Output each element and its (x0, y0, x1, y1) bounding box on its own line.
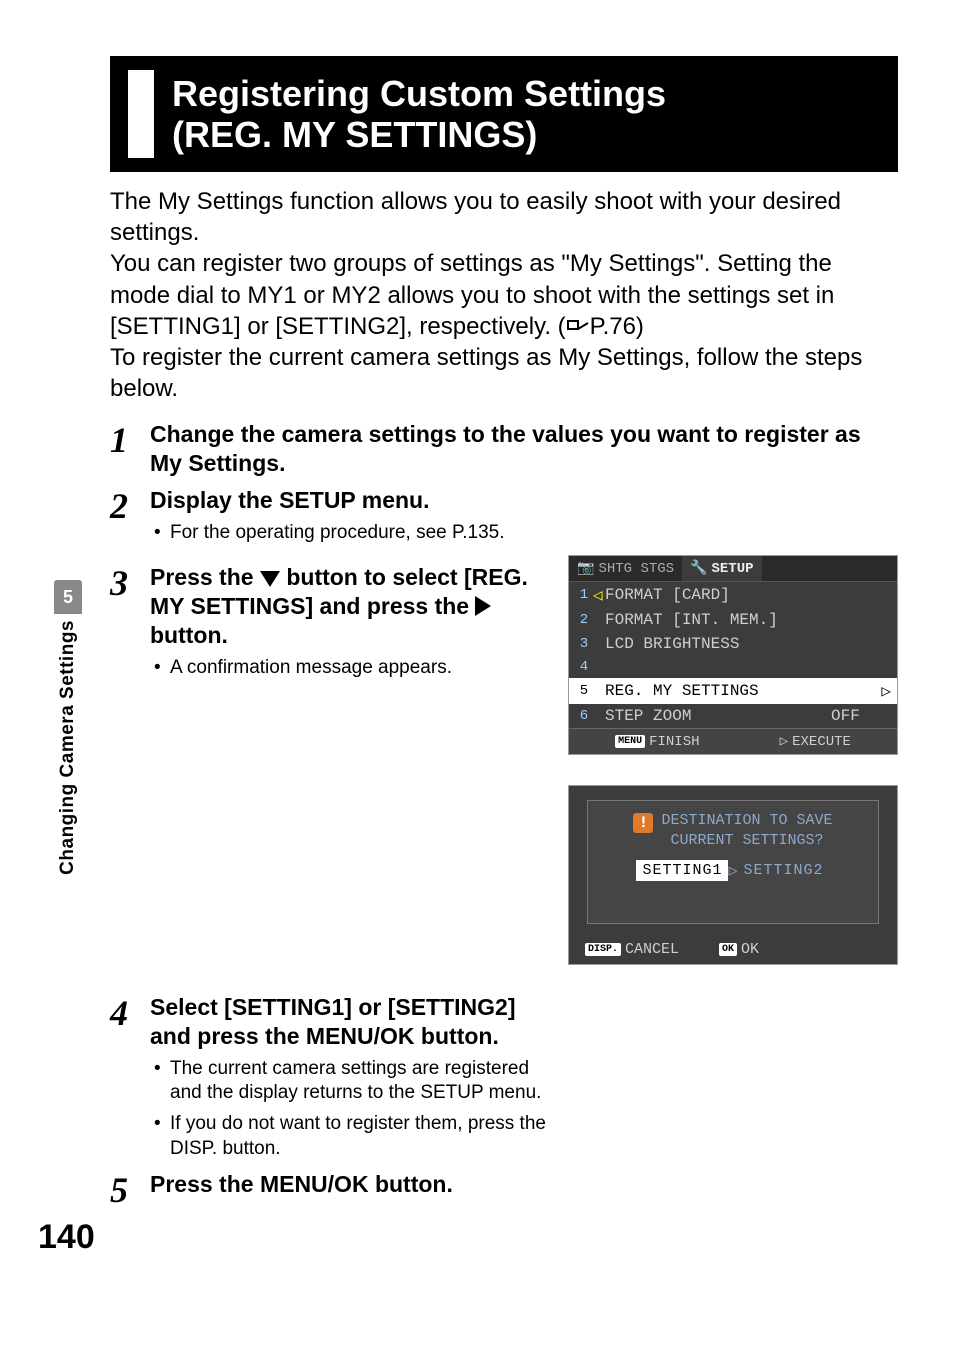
lcd-list-item: 6 STEP ZOOMOFF (569, 704, 897, 728)
chapter-number: 5 (54, 580, 82, 614)
chapter-title: Changing Camera Settings (57, 620, 79, 875)
lcd-finish: MENU FINISH (615, 733, 699, 750)
step-3: 3 Press the button to select [REG. MY SE… (110, 563, 548, 680)
step-number: 3 (110, 565, 150, 601)
lcd-item-num: 3 (575, 636, 593, 652)
lcd-item-num: 6 (575, 708, 593, 724)
option-sep: ▷ (728, 861, 737, 880)
lcd-item-label: LCD BRIGHTNESS (605, 635, 831, 653)
lcd-item-label: FORMAT [INT. MEM.] (605, 611, 831, 629)
step-sub: The current camera settings are register… (150, 1057, 548, 1106)
heading-line-1: Registering Custom Settings (172, 73, 666, 114)
lcd-tabs: 📷SHTG STGS 🔧 SETUP (569, 556, 897, 582)
disp-badge: DISP. (585, 943, 621, 956)
menu-badge: MENU (615, 735, 645, 748)
step-1: 1 Change the camera settings to the valu… (110, 420, 898, 478)
page-number: 140 (38, 1218, 95, 1257)
ok-label: OK (741, 941, 759, 958)
lcd-list-item: 3 LCD BRIGHTNESS (569, 632, 897, 656)
intro-p2: You can register two groups of settings … (110, 248, 898, 342)
lcd-tab-label: SETUP (712, 561, 754, 577)
lcd-item-label: STEP ZOOM (605, 707, 831, 725)
lcd-execute-label: EXECUTE (792, 734, 851, 750)
setup-menu-screenshot: 📷SHTG STGS 🔧 SETUP 1◁FORMAT [CARD] 2 FORMAT… (568, 555, 898, 755)
heading-text: Registering Custom Settings (REG. MY SET… (172, 73, 666, 156)
intro-p2b: P.76) (590, 313, 644, 340)
lcd-item-value: OFF (831, 707, 891, 725)
confirm-footer: DISP. CANCEL OK OK (569, 935, 897, 964)
step3-text-a: Press the (150, 564, 260, 590)
intro-p1: The My Settings function allows you to e… (110, 186, 898, 248)
heading-accent (128, 70, 154, 158)
lcd-list-item: 5 REG. MY SETTINGS ▷ (569, 678, 897, 704)
step-2: 2 Display the SETUP menu. For the operat… (110, 486, 898, 545)
confirm-line-1: DESTINATION TO SAVE (661, 812, 832, 829)
step-sub: If you do not want to register them, pre… (150, 1112, 548, 1161)
down-arrow-icon (260, 571, 280, 587)
heading-line-2: (REG. MY SETTINGS) (172, 114, 537, 155)
manual-page: 5 Changing Camera Settings 140 Registeri… (0, 0, 954, 1351)
lcd-tab-label: SHTG STGS (598, 561, 674, 577)
confirm-message: DESTINATION TO SAVE CURRENT SETTINGS? (661, 811, 832, 850)
intro-p3: To register the current camera settings … (110, 342, 898, 404)
step-4-row: 4 Select [SETTING1] or [SETTING2] and pr… (110, 985, 898, 1161)
lcd-list-item: 2 FORMAT [INT. MEM.] (569, 608, 897, 632)
lcd-tab-shtg: 📷SHTG STGS (569, 556, 682, 581)
lcd-item-arrow-icon: ▷ (881, 681, 891, 701)
step-sub: For the operating procedure, see P.135. (150, 521, 898, 546)
lcd-cursor-icon: ◁ (593, 585, 605, 605)
intro-text: The My Settings function allows you to e… (110, 186, 898, 404)
lcd-tab-setup: 🔧 SETUP (682, 556, 761, 581)
cancel-label: CANCEL (625, 941, 679, 958)
camera-icon: 📷 (577, 560, 594, 577)
wrench-icon: 🔧 (690, 560, 707, 577)
ok-badge: OK (719, 943, 737, 956)
warning-icon: ! (633, 813, 653, 833)
lcd-footer: MENU FINISH ▷EXECUTE (569, 728, 897, 754)
steps-list: 1 Change the camera settings to the valu… (110, 420, 898, 1207)
lcd-item-num: 5 (575, 683, 593, 699)
step3-text-c: button. (150, 622, 228, 648)
right-arrow-icon (475, 596, 491, 616)
lcd-list-item: 4 (569, 656, 897, 678)
lcd-item-num: 4 (575, 659, 593, 675)
confirm-screenshot: ! DESTINATION TO SAVE CURRENT SETTINGS? … (568, 785, 898, 965)
confirm-dialog: ! DESTINATION TO SAVE CURRENT SETTINGS? … (587, 800, 879, 924)
lcd-item-num: 2 (575, 612, 593, 628)
lcd-item-num: 1 (575, 587, 593, 603)
step-title: Press the MENU/OK button. (150, 1170, 898, 1199)
step-title: Press the button to select [REG. MY SETT… (150, 563, 548, 649)
lcd-item-label: REG. MY SETTINGS (605, 682, 821, 700)
step-number: 4 (110, 995, 150, 1031)
step-number: 5 (110, 1172, 150, 1208)
step-3-row: 3 Press the button to select [REG. MY SE… (110, 555, 898, 965)
step-title: Display the SETUP menu. (150, 486, 898, 515)
step-title: Select [SETTING1] or [SETTING2] and pres… (150, 993, 548, 1051)
step-4: 4 Select [SETTING1] or [SETTING2] and pr… (110, 993, 548, 1161)
option-setting2: SETTING2 (738, 860, 830, 881)
lcd-finish-label: FINISH (649, 734, 699, 750)
option-setting1: SETTING1 (636, 860, 728, 881)
lcd-list: 1◁FORMAT [CARD] 2 FORMAT [INT. MEM.] 3 LCD B… (569, 582, 897, 728)
confirm-cancel: DISP. CANCEL (585, 941, 679, 958)
lcd-execute: ▷EXECUTE (780, 733, 851, 750)
confirm-line-2: CURRENT SETTINGS? (670, 832, 823, 849)
reference-icon (566, 319, 590, 337)
step-number: 2 (110, 488, 150, 524)
intro-p2a: You can register two groups of settings … (110, 250, 834, 339)
confirm-options: SETTING1▷SETTING2 (636, 860, 829, 881)
step-title: Change the camera settings to the values… (150, 420, 898, 478)
step-5: 5 Press the MENU/OK button. (110, 1170, 898, 1208)
step-sub: A confirmation message appears. (150, 656, 548, 681)
step-number: 1 (110, 422, 150, 458)
execute-arrow-icon: ▷ (780, 733, 788, 750)
lcd-list-item: 1◁FORMAT [CARD] (569, 582, 897, 608)
lcd-item-label: FORMAT [CARD] (605, 586, 831, 604)
confirm-ok: OK OK (719, 941, 759, 958)
chapter-tab: 5 Changing Camera Settings (38, 580, 98, 875)
section-heading: Registering Custom Settings (REG. MY SET… (110, 56, 898, 172)
